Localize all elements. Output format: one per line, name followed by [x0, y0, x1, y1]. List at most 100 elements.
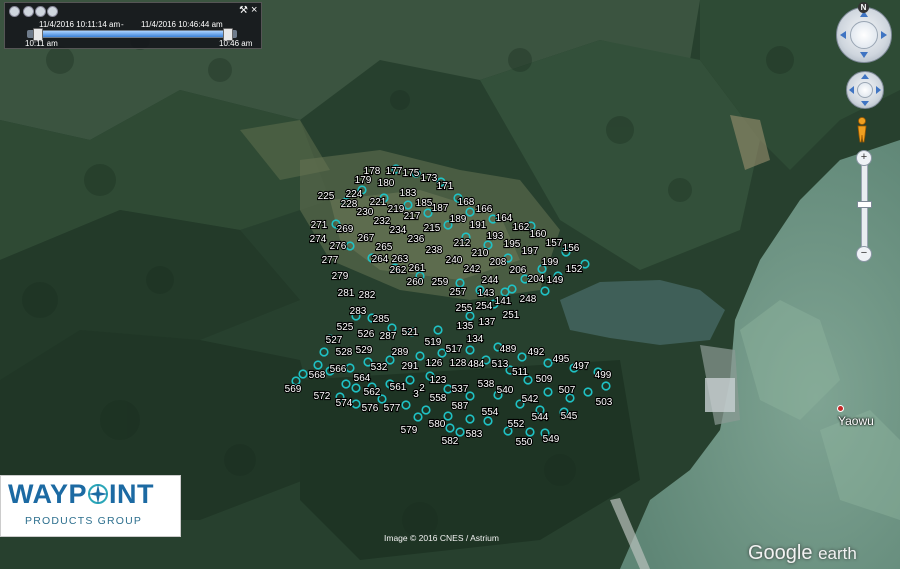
- waypoint-label[interactable]: 517: [445, 343, 464, 356]
- waypoint-label[interactable]: 542: [521, 393, 540, 406]
- waypoint-label[interactable]: 572: [313, 390, 332, 403]
- waypoint-label[interactable]: 544: [531, 411, 550, 424]
- waypoint-label[interactable]: 526: [357, 328, 376, 341]
- waypoint-label[interactable]: 135: [456, 320, 475, 333]
- waypoint-label[interactable]: 134: [466, 333, 485, 346]
- waypoint-label[interactable]: 123: [429, 374, 448, 387]
- waypoint-label[interactable]: 259: [431, 276, 450, 289]
- waypoint-label[interactable]: 587: [451, 400, 470, 413]
- waypoint-label[interactable]: 538: [477, 378, 496, 391]
- waypoint-label[interactable]: 217: [403, 210, 422, 223]
- track-point-marker[interactable]: [319, 347, 329, 357]
- waypoint-label[interactable]: 519: [424, 336, 443, 349]
- track-point-marker[interactable]: [423, 208, 433, 218]
- pegman-icon[interactable]: [856, 117, 868, 143]
- waypoint-label[interactable]: 289: [391, 346, 410, 359]
- zoom-out-button[interactable]: −: [856, 246, 872, 262]
- waypoint-label[interactable]: 509: [535, 373, 554, 386]
- track-point-marker[interactable]: [543, 387, 553, 397]
- waypoint-label[interactable]: 187: [431, 202, 450, 215]
- waypoint-label[interactable]: 162: [512, 221, 531, 234]
- track-point-marker[interactable]: [540, 286, 550, 296]
- zoom-out-time-icon[interactable]: [35, 6, 46, 17]
- waypoint-label[interactable]: 503: [595, 396, 614, 409]
- waypoint-label[interactable]: 566: [329, 363, 348, 376]
- zoom-slider-thumb[interactable]: [857, 201, 872, 209]
- waypoint-label[interactable]: 171: [436, 180, 455, 193]
- waypoint-label[interactable]: 262: [389, 264, 408, 277]
- track-point-marker[interactable]: [351, 399, 361, 409]
- track-point-marker[interactable]: [403, 200, 413, 210]
- waypoint-label[interactable]: 149: [546, 274, 565, 287]
- waypoint-label[interactable]: 277: [321, 254, 340, 267]
- track-point-marker[interactable]: [421, 405, 431, 415]
- waypoint-label[interactable]: 228: [340, 198, 359, 211]
- waypoint-label[interactable]: 257: [449, 286, 468, 299]
- zoom-in-time-icon[interactable]: [23, 6, 34, 17]
- track-point-marker[interactable]: [341, 379, 351, 389]
- track-point-marker[interactable]: [465, 207, 475, 217]
- close-icon[interactable]: ×: [251, 4, 257, 16]
- waypoint-label[interactable]: 126: [425, 357, 444, 370]
- waypoint-label[interactable]: 199: [541, 256, 560, 269]
- waypoint-label[interactable]: 497: [572, 360, 591, 373]
- look-ring-icon[interactable]: [836, 7, 892, 63]
- waypoint-label[interactable]: 550: [515, 436, 534, 449]
- waypoint-label[interactable]: 212: [453, 237, 472, 250]
- waypoint-label[interactable]: 204: [527, 273, 546, 286]
- waypoint-label[interactable]: 285: [372, 313, 391, 326]
- waypoint-label[interactable]: 173: [420, 172, 439, 185]
- waypoint-label[interactable]: 242: [463, 263, 482, 276]
- waypoint-label[interactable]: 254: [475, 300, 494, 313]
- track-point-marker[interactable]: [298, 369, 308, 379]
- waypoint-label[interactable]: 137: [478, 316, 497, 329]
- track-point-marker[interactable]: [351, 383, 361, 393]
- track-point-marker[interactable]: [601, 381, 611, 391]
- waypoint-label[interactable]: 168: [457, 196, 476, 209]
- track-point-marker[interactable]: [413, 412, 423, 422]
- waypoint-label[interactable]: 528: [335, 346, 354, 359]
- waypoint-label[interactable]: 281: [337, 287, 356, 300]
- waypoint-label[interactable]: 219: [387, 203, 406, 216]
- place-label[interactable]: Yaowu: [838, 414, 874, 428]
- track-point-marker[interactable]: [517, 352, 527, 362]
- waypoint-label[interactable]: 156: [562, 242, 581, 255]
- waypoint-label[interactable]: 248: [519, 293, 538, 306]
- waypoint-label[interactable]: 282: [358, 289, 377, 302]
- waypoint-label[interactable]: 267: [357, 232, 376, 245]
- waypoint-label[interactable]: 579: [400, 424, 419, 437]
- waypoint-label[interactable]: 180: [377, 177, 396, 190]
- track-point-marker[interactable]: [507, 284, 517, 294]
- waypoint-label[interactable]: 225: [317, 190, 336, 203]
- track-point-marker[interactable]: [455, 427, 465, 437]
- waypoint-label[interactable]: 525: [336, 321, 355, 334]
- waypoint-label[interactable]: 152: [565, 263, 584, 276]
- waypoint-label[interactable]: 532: [370, 361, 389, 374]
- track-point-marker[interactable]: [445, 423, 455, 433]
- waypoint-label[interactable]: 179: [354, 174, 373, 187]
- waypoint-label[interactable]: 568: [308, 369, 327, 382]
- map-view[interactable]: 178 177 175 173 171 179 180 183 185 187 168 166 164 1…: [0, 0, 900, 569]
- waypoint-label[interactable]: 484: [467, 358, 486, 371]
- waypoint-label[interactable]: 274: [309, 233, 328, 246]
- waypoint-label[interactable]: 157: [545, 237, 564, 250]
- waypoint-label[interactable]: 562: [363, 386, 382, 399]
- track-point-marker[interactable]: [433, 325, 443, 335]
- waypoint-label[interactable]: 234: [389, 224, 408, 237]
- waypoint-label[interactable]: 561: [389, 381, 408, 394]
- waypoint-label[interactable]: 549: [542, 433, 561, 446]
- waypoint-label[interactable]: 206: [509, 264, 528, 277]
- waypoint-label[interactable]: 540: [496, 384, 515, 397]
- waypoint-label[interactable]: 2: [418, 382, 426, 395]
- waypoint-label[interactable]: 264: [371, 253, 390, 266]
- waypoint-label[interactable]: 558: [429, 392, 448, 405]
- track-point-marker[interactable]: [405, 375, 415, 385]
- track-point-marker[interactable]: [313, 360, 323, 370]
- waypoint-label[interactable]: 255: [455, 302, 474, 315]
- waypoint-label[interactable]: 279: [331, 270, 350, 283]
- north-indicator[interactable]: N: [858, 2, 869, 13]
- waypoint-label[interactable]: 499: [594, 369, 613, 382]
- waypoint-label[interactable]: 175: [402, 167, 421, 180]
- waypoint-label[interactable]: 554: [481, 406, 500, 419]
- waypoint-label[interactable]: 164: [495, 212, 514, 225]
